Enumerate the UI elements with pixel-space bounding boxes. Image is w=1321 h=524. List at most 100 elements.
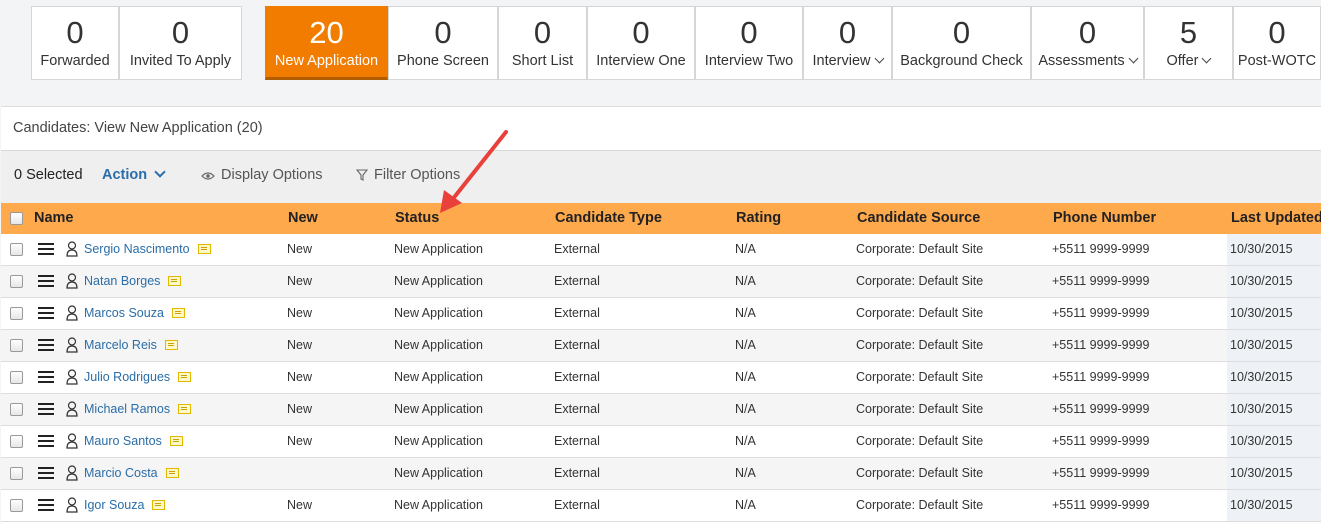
- row-checkbox[interactable]: [10, 371, 23, 384]
- candidate-name: Marcio Costa: [84, 466, 158, 480]
- row-checkbox[interactable]: [10, 467, 23, 480]
- candidate-name-link[interactable]: Natan Borges: [84, 274, 182, 288]
- menu-icon[interactable]: [38, 307, 54, 319]
- card-icon[interactable]: [178, 372, 192, 382]
- card-icon[interactable]: [165, 468, 179, 478]
- table-row: Igor Souza New New Application External N/A C…: [1, 490, 1321, 522]
- candidate-name-link[interactable]: Marcio Costa: [84, 466, 179, 480]
- cell-status: New Application: [394, 370, 483, 384]
- action-label: Action: [102, 167, 148, 183]
- pipeline-tile[interactable]: 0 Post-WOTC: [1233, 6, 1321, 80]
- cell-last-updated: 10/30/2015: [1230, 498, 1293, 512]
- pipeline-tile[interactable]: 0 Interview One: [587, 6, 695, 80]
- action-menu-button[interactable]: Action: [102, 166, 166, 183]
- row-checkbox[interactable]: [10, 403, 23, 416]
- pipeline-tile[interactable]: 0 Phone Screen: [388, 6, 498, 80]
- pipeline-tile[interactable]: 0 Interview Two: [695, 6, 803, 80]
- candidate-name-link[interactable]: Michael Ramos: [84, 402, 192, 416]
- menu-icon[interactable]: [38, 275, 54, 287]
- card-icon[interactable]: [152, 500, 166, 510]
- row-checkbox[interactable]: [10, 275, 23, 288]
- menu-icon[interactable]: [38, 403, 54, 415]
- table-row: Marcos Souza New New Application External N/…: [1, 298, 1321, 330]
- candidate-name: Sergio Nascimento: [84, 242, 190, 256]
- cell-rating: N/A: [735, 274, 756, 288]
- tile-label-text: Post-WOTC: [1237, 53, 1317, 69]
- cell-last-updated: 10/30/2015: [1230, 242, 1293, 256]
- display-options-button[interactable]: Display Options: [201, 167, 323, 183]
- menu-icon[interactable]: [38, 435, 54, 447]
- pipeline-tile[interactable]: 0 Interview: [803, 6, 892, 80]
- tile-label-text: Short List: [511, 53, 574, 69]
- pipeline-tile[interactable]: 0 Assessments: [1031, 6, 1144, 80]
- card-icon[interactable]: [168, 276, 182, 286]
- filter-options-button[interactable]: Filter Options: [355, 167, 460, 183]
- pipeline-tile[interactable]: 0 Background Check: [892, 6, 1031, 80]
- candidate-name-link[interactable]: Marcos Souza: [84, 306, 185, 320]
- table-row: Natan Borges New New Application External N/…: [1, 266, 1321, 298]
- col-candidate-source[interactable]: Candidate Source: [857, 210, 980, 226]
- pipeline-tile[interactable]: 5 Offer: [1144, 6, 1233, 80]
- cell-candidate-source: Corporate: Default Site: [856, 402, 984, 416]
- row-checkbox[interactable]: [10, 435, 23, 448]
- tile-count: 0: [66, 15, 84, 50]
- cell-candidate-type: External: [554, 402, 600, 416]
- cell-candidate-type: External: [554, 274, 600, 288]
- col-last-updated[interactable]: Last Updated: [1231, 210, 1321, 226]
- cell-status: New Application: [394, 274, 483, 288]
- cell-candidate-type: External: [554, 434, 600, 448]
- col-new[interactable]: New: [288, 210, 318, 226]
- menu-icon[interactable]: [38, 339, 54, 351]
- menu-icon[interactable]: [38, 243, 54, 255]
- card-icon[interactable]: [197, 244, 211, 254]
- cell-candidate-type: External: [554, 338, 600, 352]
- chevron-down-icon: [1202, 53, 1212, 64]
- row-checkbox[interactable]: [10, 499, 23, 512]
- cell-rating: N/A: [735, 306, 756, 320]
- cell-rating: N/A: [735, 434, 756, 448]
- col-status[interactable]: Status: [395, 210, 439, 226]
- candidate-name: Marcos Souza: [84, 306, 164, 320]
- col-phone-number[interactable]: Phone Number: [1053, 210, 1156, 226]
- pipeline-tile[interactable]: 0 Forwarded: [31, 6, 119, 80]
- candidate-name-link[interactable]: Sergio Nascimento: [84, 242, 211, 256]
- col-rating[interactable]: Rating: [736, 210, 781, 226]
- pipeline-tile[interactable]: 0 Invited To Apply: [119, 6, 242, 80]
- selected-count: 0 Selected: [14, 167, 83, 183]
- card-icon[interactable]: [171, 308, 185, 318]
- candidate-name-link[interactable]: Mauro Santos: [84, 434, 183, 448]
- cell-status: New Application: [394, 338, 483, 352]
- card-icon[interactable]: [164, 340, 178, 350]
- cell-phone-number: +5511 9999-9999: [1052, 466, 1150, 480]
- row-checkbox[interactable]: [10, 243, 23, 256]
- candidate-name-link[interactable]: Julio Rodrigues: [84, 370, 192, 384]
- select-all-checkbox[interactable]: [10, 212, 23, 225]
- tile-label: Phone Screen: [389, 53, 497, 69]
- pipeline-tile[interactable]: 0 Short List: [498, 6, 587, 80]
- tile-count: 0: [1268, 15, 1286, 50]
- col-candidate-type[interactable]: Candidate Type: [555, 210, 662, 226]
- cell-candidate-source: Corporate: Default Site: [856, 434, 984, 448]
- cell-rating: N/A: [735, 242, 756, 256]
- person-icon: [66, 465, 78, 481]
- menu-icon[interactable]: [38, 371, 54, 383]
- candidate-name-link[interactable]: Marcelo Reis: [84, 338, 178, 352]
- pipeline-tile[interactable]: 20 New Application: [265, 6, 388, 80]
- table-header: Name New Status Candidate Type Rating Ca…: [1, 203, 1321, 234]
- menu-icon[interactable]: [38, 499, 54, 511]
- cell-candidate-type: External: [554, 306, 600, 320]
- cell-status: New Application: [394, 402, 483, 416]
- tile-label: Assessments: [1032, 53, 1143, 69]
- tile-label-text: Offer: [1166, 53, 1199, 69]
- col-name[interactable]: Name: [34, 210, 74, 226]
- tile-label-text: Interview Two: [704, 53, 794, 69]
- row-checkbox[interactable]: [10, 307, 23, 320]
- cell-phone-number: +5511 9999-9999: [1052, 306, 1150, 320]
- menu-icon[interactable]: [38, 467, 54, 479]
- card-icon[interactable]: [169, 436, 183, 446]
- chevron-down-icon: [154, 166, 166, 178]
- candidate-name-link[interactable]: Igor Souza: [84, 498, 166, 512]
- row-checkbox[interactable]: [10, 339, 23, 352]
- card-icon[interactable]: [178, 404, 192, 414]
- tile-label: Interview: [804, 53, 891, 69]
